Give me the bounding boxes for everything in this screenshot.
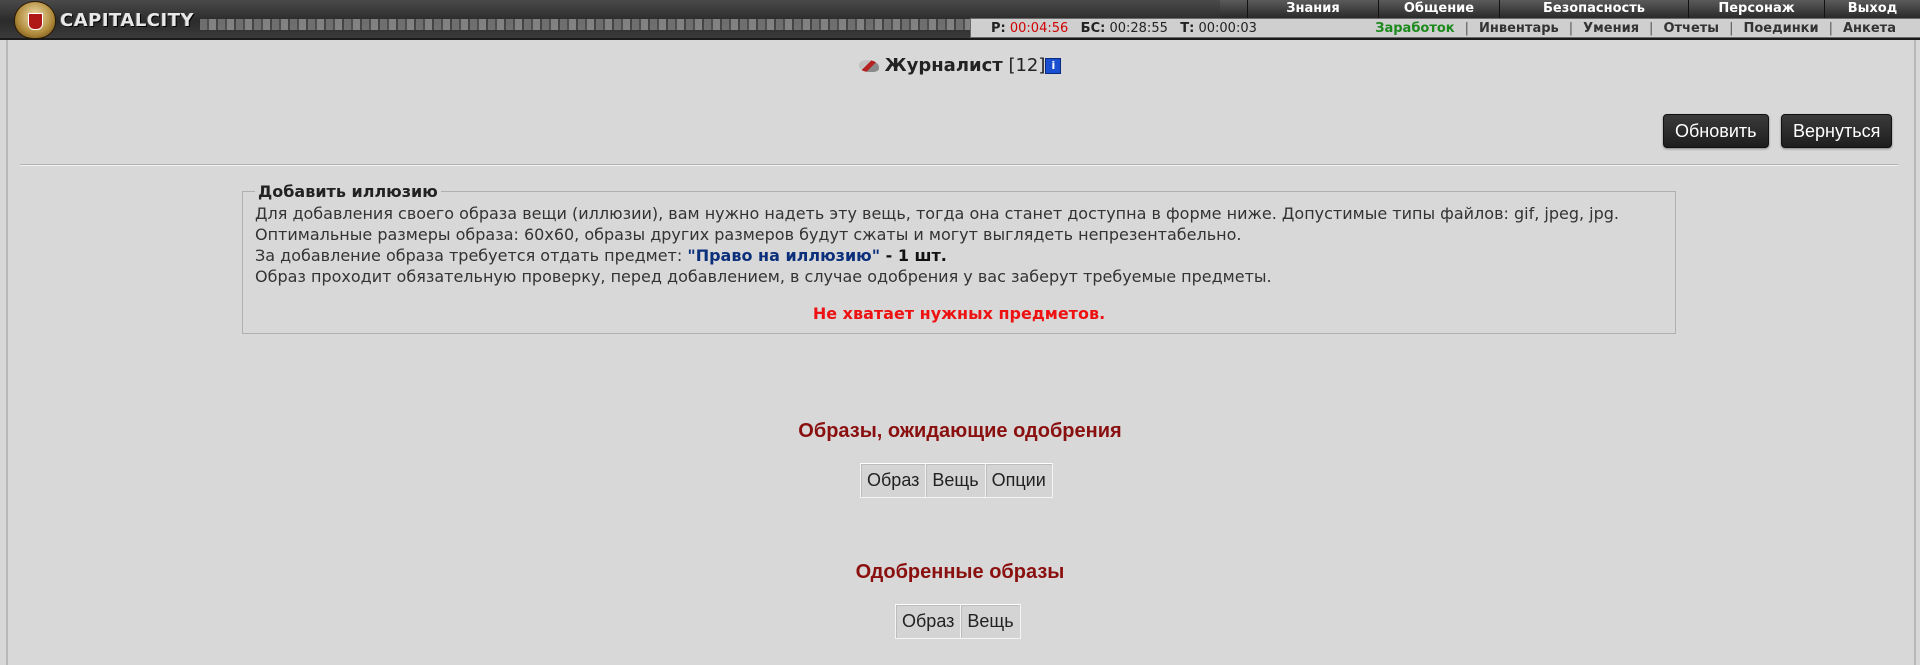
timer-r-label: Р: [991, 20, 1006, 36]
info-icon[interactable]: i [1045, 58, 1062, 74]
missing-items-warning: Не хватает нужных предметов. [812, 304, 1106, 323]
pending-col-options: Опции [984, 463, 1053, 498]
character-level: [12] [1008, 55, 1046, 76]
link-earnings[interactable]: Заработок [1365, 21, 1464, 36]
divider [20, 164, 1898, 166]
link-skills[interactable]: Умения [1573, 21, 1649, 36]
info-line-2: Оптимальные размеры образа: 60x60, образ… [255, 225, 1242, 244]
required-item-link[interactable]: "Право на иллюзию" [687, 246, 880, 265]
timer-bs-value: 00:28:55 [1109, 20, 1168, 36]
character-title: Журналист [12] i [0, 55, 1920, 76]
nav-exit[interactable]: Выход [1824, 0, 1920, 18]
info-line-3: За добавление образа требуется отдать пр… [255, 245, 1663, 266]
link-inventory[interactable]: Инвентарь [1469, 21, 1569, 36]
required-item-count: - 1 шт. [880, 246, 947, 265]
add-illusion-panel: Добавить иллюзию Для добавления своего о… [242, 182, 1676, 334]
pending-col-item: Вещь [925, 463, 986, 498]
refresh-button[interactable]: Обновить [1663, 114, 1769, 148]
top-bar: CAPITALCITY Знания Общение Безопасность … [0, 0, 1920, 40]
timer-r-value: 00:04:56 [1009, 20, 1069, 36]
nav-knowledge[interactable]: Знания [1247, 0, 1378, 18]
link-profile[interactable]: Анкета [1833, 21, 1906, 36]
info-line-1: Для добавления своего образа вещи (иллюз… [255, 204, 1619, 223]
pending-title: Образы, ожидающие одобрения [798, 420, 1122, 442]
link-reports[interactable]: Отчеты [1653, 21, 1729, 36]
nav-security[interactable]: Безопасность [1499, 0, 1688, 18]
back-button[interactable]: Вернуться [1781, 114, 1893, 148]
timer-bs-label: БС: [1080, 20, 1106, 36]
link-duels[interactable]: Поединки [1733, 21, 1828, 36]
nav-communication[interactable]: Общение [1378, 0, 1499, 18]
timer-t-label: Т: [1180, 20, 1195, 36]
profession-icon [858, 60, 879, 72]
pending-col-image: Образ [859, 463, 927, 498]
sub-nav: Заработок | Инвентарь | Умения | Отчеты | По… [1365, 21, 1920, 36]
approved-title: Одобренные образы [855, 561, 1065, 583]
illusion-info: Для добавления своего образа вещи (иллюз… [255, 203, 1663, 287]
info-line-4: Образ проходит обязательную проверку, пе… [255, 267, 1272, 286]
logo-text: CAPITALCITY [60, 9, 195, 31]
add-illusion-legend: Добавить иллюзию [258, 182, 438, 201]
crest-icon [14, 1, 56, 39]
nav-character[interactable]: Персонаж [1688, 0, 1824, 18]
approved-table: Образ Вещь [894, 604, 1021, 639]
info-line-3-prefix: За добавление образа требуется отдать пр… [255, 246, 688, 265]
approved-col-item: Вещь [960, 604, 1021, 639]
timers: Р: 00:04:56 БС: 00:28:55 Т: 00:00:03 [971, 21, 1257, 36]
approved-col-image: Образ [894, 604, 962, 639]
logo[interactable]: CAPITALCITY [14, 1, 195, 39]
decorative-border [200, 19, 970, 30]
top-nav: Знания Общение Безопасность Персонаж Вых… [1220, 0, 1920, 18]
character-name[interactable]: Журналист [885, 55, 1003, 76]
status-bar: Р: 00:04:56 БС: 00:28:55 Т: 00:00:03 Зар… [970, 18, 1920, 38]
pending-table: Образ Вещь Опции [859, 463, 1053, 498]
timer-t-value: 00:00:03 [1198, 20, 1257, 36]
